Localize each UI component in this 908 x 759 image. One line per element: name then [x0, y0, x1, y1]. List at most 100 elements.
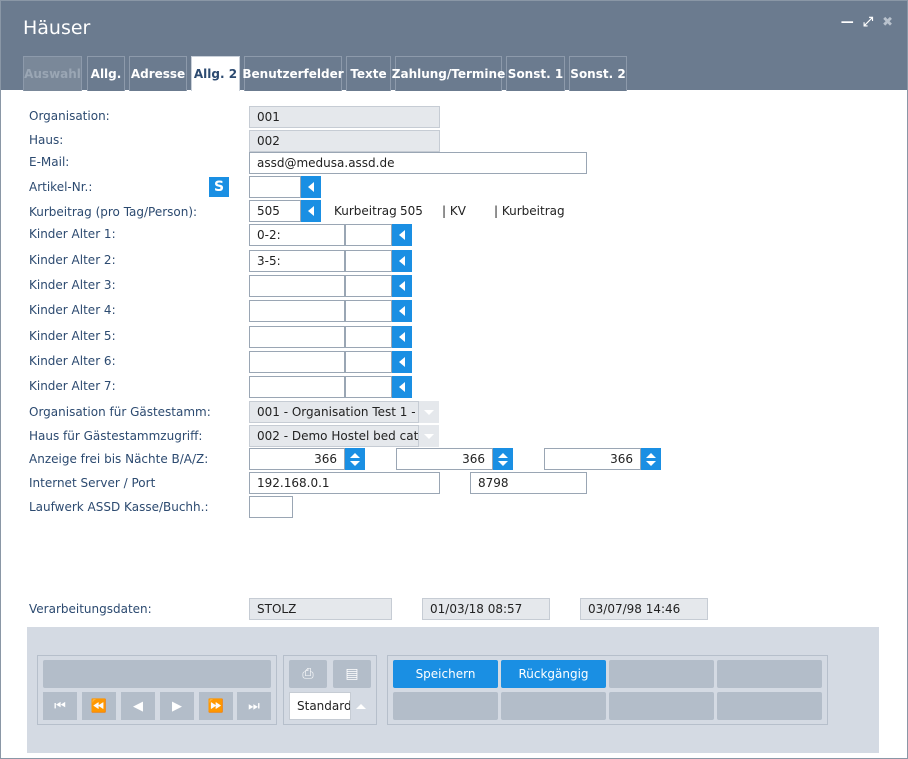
tab-adresse[interactable]: Adresse [129, 56, 187, 91]
navigation-group: ⏮ ⏪ ◀ ▶ ⏩ ⏭ [37, 655, 277, 725]
tab-benutzerfelder[interactable]: Benutzerfelder [242, 56, 344, 91]
action-slot-6[interactable] [501, 692, 606, 720]
kinder-5-code[interactable] [345, 326, 392, 348]
anzeige-a-field[interactable]: 366 [396, 448, 493, 470]
anzeige-z-spinner[interactable] [641, 448, 661, 470]
next-page-button[interactable]: ⏩ [199, 692, 233, 720]
org-gaeste-label: Organisation für Gästestamm: [29, 405, 211, 419]
prev-icon: ◀ [133, 698, 143, 714]
organisation-field: 001 [249, 106, 440, 128]
kinder-6-code[interactable] [345, 351, 392, 373]
kinder-4-field[interactable] [249, 300, 345, 322]
tab-texte[interactable]: Texte [346, 56, 391, 91]
kinder-1-lookup-button[interactable] [392, 224, 412, 246]
server-field[interactable]: 192.168.0.1 [249, 472, 440, 494]
kinder-3-lookup-button[interactable] [392, 275, 412, 297]
arrow-up-icon [350, 452, 360, 458]
action-slot-3[interactable] [609, 660, 714, 688]
chevron-down-icon [424, 409, 434, 415]
email-field[interactable]: assd@medusa.assd.de [249, 152, 587, 174]
anzeige-a-spinner[interactable] [493, 448, 513, 470]
kinder-2-lookup-button[interactable] [392, 250, 412, 272]
arrow-left-icon [308, 206, 314, 216]
minimize-icon[interactable]: — [841, 15, 854, 30]
record-info-bar [43, 660, 271, 688]
prev-page-button[interactable]: ⏪ [82, 692, 116, 720]
kinder-2-field[interactable]: 3-5: [249, 250, 345, 272]
port-field[interactable]: 8798 [470, 472, 587, 494]
kinder-1-code[interactable] [345, 224, 392, 246]
arrow-left-icon [399, 382, 405, 392]
laufwerk-field[interactable] [249, 496, 293, 518]
last-record-button[interactable]: ⏭ [237, 692, 271, 720]
artikel-lookup-button[interactable] [301, 176, 321, 198]
action-slot-4[interactable] [717, 660, 822, 688]
kinder-7-lookup-button[interactable] [392, 376, 412, 398]
kinder-3-field[interactable] [249, 275, 345, 297]
next-icon: ▶ [172, 698, 182, 714]
organisation-label: Organisation: [29, 109, 110, 123]
action-group: Speichern Rückgängig [387, 655, 828, 725]
haus-gaeste-select[interactable]: 002 - Demo Hostel bed catego [249, 425, 419, 447]
print-template-dropdown[interactable] [351, 692, 371, 720]
verarbeitung-modified: 03/07/98 14:46 [580, 598, 708, 620]
maximize-icon[interactable]: ⤢ [863, 15, 873, 30]
artikel-field[interactable] [249, 176, 301, 198]
print-group: ⎙ ▤ Standardli [283, 655, 377, 725]
arrow-left-icon [399, 256, 405, 266]
close-icon[interactable]: ✖ [882, 15, 893, 30]
anzeige-z-field[interactable]: 366 [544, 448, 641, 470]
kinder-5-lookup-button[interactable] [392, 326, 412, 348]
tab-allg-2[interactable]: Allg. 2 [191, 56, 240, 91]
anzeige-b-spinner[interactable] [345, 448, 365, 470]
action-slot-8[interactable] [717, 692, 822, 720]
kurbeitrag-lookup-button[interactable] [301, 200, 321, 222]
tab-zahlung-termine[interactable]: Zahlung/Termine [392, 56, 505, 91]
anzeige-label: Anzeige frei bis Nächte B/A/Z: [29, 452, 209, 466]
next-record-button[interactable]: ▶ [160, 692, 194, 720]
kurbeitrag-field[interactable]: 505 [249, 200, 301, 222]
print-button[interactable]: ⎙ [289, 660, 327, 688]
haus-gaeste-dropdown-button[interactable] [419, 425, 439, 447]
org-gaeste-dropdown-button[interactable] [419, 401, 439, 423]
window-controls: — ⤢ ✖ [841, 15, 893, 30]
prev-record-button[interactable]: ◀ [121, 692, 155, 720]
anzeige-b-field[interactable]: 366 [249, 448, 345, 470]
first-icon: ⏮ [54, 698, 66, 714]
tab-allg[interactable]: Allg. [87, 56, 125, 91]
tab-sonst-2[interactable]: Sonst. 2 [569, 56, 627, 91]
action-slot-7[interactable] [609, 692, 714, 720]
first-record-button[interactable]: ⏮ [43, 692, 77, 720]
org-gaeste-select[interactable]: 001 - Organisation Test 1 - nicl [249, 401, 419, 423]
arrow-left-icon [308, 182, 314, 192]
kinder-4-lookup-button[interactable] [392, 300, 412, 322]
kinder-7-code[interactable] [345, 376, 392, 398]
kinder-7-field[interactable] [249, 376, 345, 398]
print-preview-button[interactable]: ▤ [333, 660, 371, 688]
undo-button[interactable]: Rückgängig [501, 660, 606, 688]
haus-field: 002 [249, 130, 440, 152]
printer-icon: ⎙ [302, 666, 314, 682]
kinder-6-field[interactable] [249, 351, 345, 373]
print-template-select[interactable]: Standardli [289, 692, 351, 720]
arrow-left-icon [399, 230, 405, 240]
title-bar: Häuser — ⤢ ✖ Auswahl Allg. Adresse Allg.… [1, 1, 907, 91]
action-slot-5[interactable] [393, 692, 498, 720]
save-button[interactable]: Speichern [393, 660, 498, 688]
kinder-5-field[interactable] [249, 326, 345, 348]
kinder-3-code[interactable] [345, 275, 392, 297]
search-s-icon[interactable]: S [209, 177, 229, 197]
arrow-left-icon [399, 357, 405, 367]
kinder-6-lookup-button[interactable] [392, 351, 412, 373]
artikel-label: Artikel-Nr.: [29, 180, 93, 194]
kurbeitrag-info-kv: | KV [442, 204, 466, 218]
kinder-1-field[interactable]: 0-2: [249, 224, 345, 246]
tab-sonst-1[interactable]: Sonst. 1 [506, 56, 565, 91]
kinder-4-code[interactable] [345, 300, 392, 322]
server-label: Internet Server / Port [29, 476, 156, 490]
kinder-2-code[interactable] [345, 250, 392, 272]
laufwerk-label: Laufwerk ASSD Kasse/Buchh.: [29, 500, 209, 514]
fast-forward-icon: ⏩ [207, 698, 225, 714]
kinder-4-label: Kinder Alter 4: [29, 303, 116, 317]
kinder-5-label: Kinder Alter 5: [29, 329, 116, 343]
